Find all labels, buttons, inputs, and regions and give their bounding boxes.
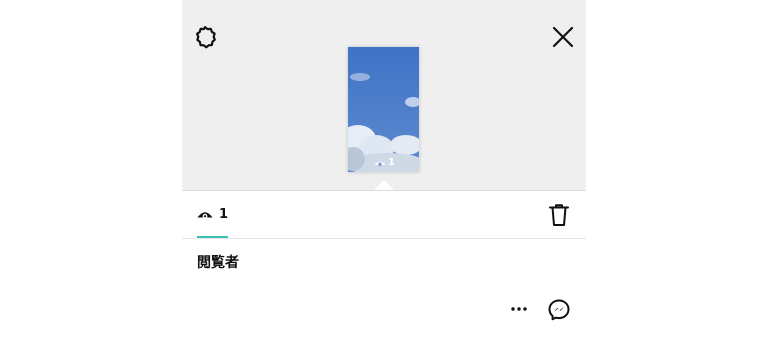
more-options-button[interactable] — [508, 298, 530, 320]
tab-views[interactable]: 1 — [197, 203, 228, 226]
settings-button[interactable] — [192, 24, 218, 50]
eye-icon — [197, 212, 213, 219]
thumbnail-view-count-label: 1 — [388, 157, 395, 168]
thumbnail-view-count: 1 — [374, 157, 395, 168]
messenger-button[interactable] — [546, 297, 572, 323]
story-insights-panel: 1 1 閲覧者 — [182, 0, 586, 363]
stats-bar: 1 — [182, 191, 586, 239]
sky-image — [348, 47, 419, 172]
view-count: 1 — [219, 207, 229, 222]
active-tab-indicator — [197, 236, 228, 238]
trash-icon — [549, 204, 569, 226]
close-icon — [552, 26, 574, 48]
messenger-icon — [548, 299, 570, 321]
story-thumbnail[interactable]: 1 — [348, 47, 419, 172]
selected-story-pointer — [374, 180, 394, 190]
delete-story-button[interactable] — [546, 202, 572, 228]
more-options-icon — [511, 307, 527, 311]
gear-icon — [196, 26, 216, 49]
close-button[interactable] — [550, 24, 576, 50]
eye-icon — [374, 161, 386, 166]
viewers-heading: 閲覧者 — [197, 255, 239, 271]
story-preview-area: 1 — [182, 0, 586, 191]
